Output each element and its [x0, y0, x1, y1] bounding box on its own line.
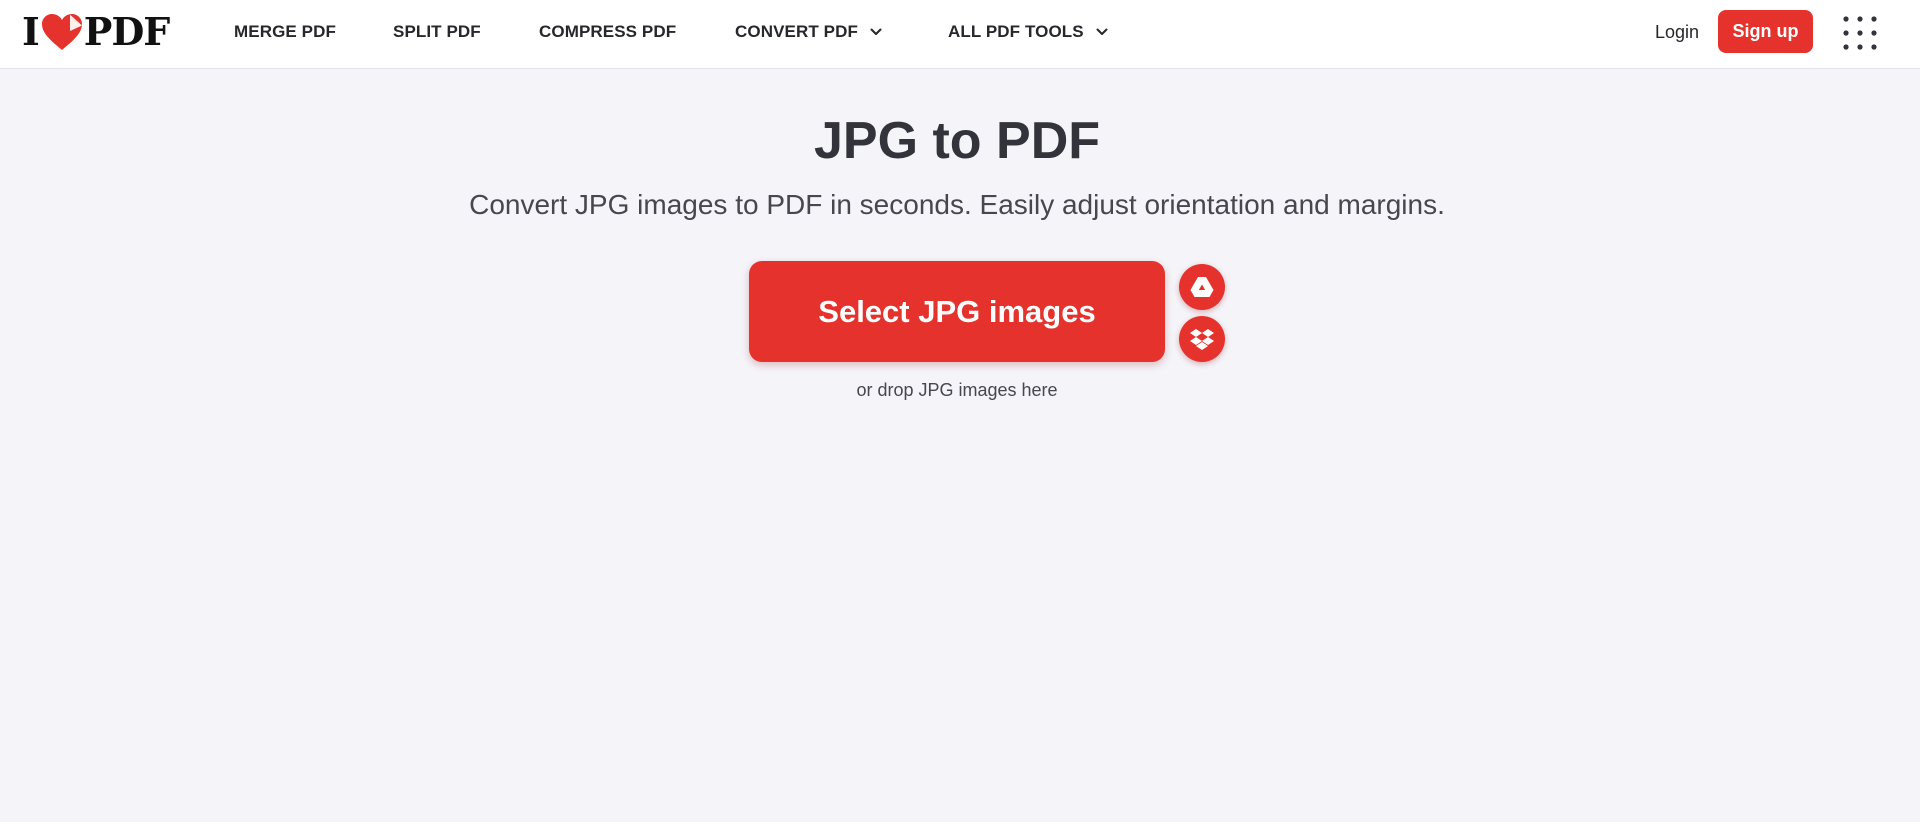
nav-split-pdf[interactable]: SPLIT PDF — [393, 0, 481, 64]
page-title: JPG to PDF — [813, 112, 1101, 170]
top-navbar: I PDF MERGE PDF SPLIT PDF COMPRESS PDF C… — [0, 0, 1920, 69]
select-jpg-images-button[interactable]: Select JPG images — [749, 261, 1165, 362]
logo-suffix: PDF — [83, 9, 171, 54]
google-drive-icon — [1190, 277, 1214, 297]
nav-convert-pdf-dropdown[interactable]: CONVERT PDF — [735, 0, 882, 64]
logo-prefix: I — [22, 9, 40, 54]
nav-label: COMPRESS PDF — [539, 22, 677, 41]
nav-compress-pdf[interactable]: COMPRESS PDF — [539, 0, 676, 64]
drop-zone-hint: or drop JPG images here — [856, 380, 1058, 400]
dropbox-icon — [1190, 329, 1214, 350]
ilovepdf-logo[interactable]: I PDF — [22, 9, 171, 54]
nav-label: ALL PDF TOOLS — [948, 22, 1084, 41]
dropbox-button[interactable] — [1179, 316, 1225, 362]
signup-button[interactable]: Sign up — [1718, 10, 1813, 53]
grid-menu-icon[interactable] — [1842, 15, 1878, 51]
nav-label: CONVERT PDF — [735, 22, 858, 41]
page-subtitle: Convert JPG images to PDF in seconds. Ea… — [469, 189, 1445, 220]
login-link[interactable]: Login — [1655, 0, 1699, 64]
chevron-down-icon — [870, 28, 882, 35]
google-drive-button[interactable] — [1179, 264, 1225, 310]
nav-label: MERGE PDF — [234, 22, 336, 41]
chevron-down-icon — [1096, 28, 1108, 35]
nav-all-pdf-tools-dropdown[interactable]: ALL PDF TOOLS — [948, 0, 1108, 64]
nav-merge-pdf[interactable]: MERGE PDF — [234, 0, 336, 64]
heart-icon — [41, 14, 82, 50]
nav-label: SPLIT PDF — [393, 22, 481, 41]
